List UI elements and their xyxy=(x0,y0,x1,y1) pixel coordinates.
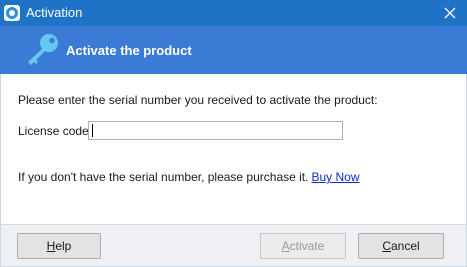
help-button[interactable]: Help xyxy=(17,233,101,259)
purchase-line: If you don't have the serial number, ple… xyxy=(18,170,360,184)
activate-button[interactable]: Activate xyxy=(260,233,346,259)
cancel-button[interactable]: Cancel xyxy=(358,233,444,259)
app-logo-icon xyxy=(4,5,20,21)
window-title: Activation xyxy=(26,5,83,20)
dialog-heading: Activate the product xyxy=(66,43,192,58)
license-code-label: License code: xyxy=(18,124,93,138)
purchase-text: If you don't have the serial number, ple… xyxy=(18,170,309,184)
instruction-text: Please enter the serial number you recei… xyxy=(18,93,378,107)
cancel-button-label: Cancel xyxy=(382,239,420,253)
help-button-label: Help xyxy=(46,239,72,253)
text-caret xyxy=(92,124,93,137)
buy-now-link[interactable]: Buy Now xyxy=(311,170,359,184)
close-icon xyxy=(444,7,456,19)
activate-button-label: Activate xyxy=(281,239,325,253)
key-icon xyxy=(28,34,58,65)
dialog-header: Activate the product xyxy=(0,26,467,74)
license-code-input[interactable] xyxy=(88,121,343,140)
close-button[interactable] xyxy=(433,0,467,26)
title-bar: Activation xyxy=(0,0,467,26)
